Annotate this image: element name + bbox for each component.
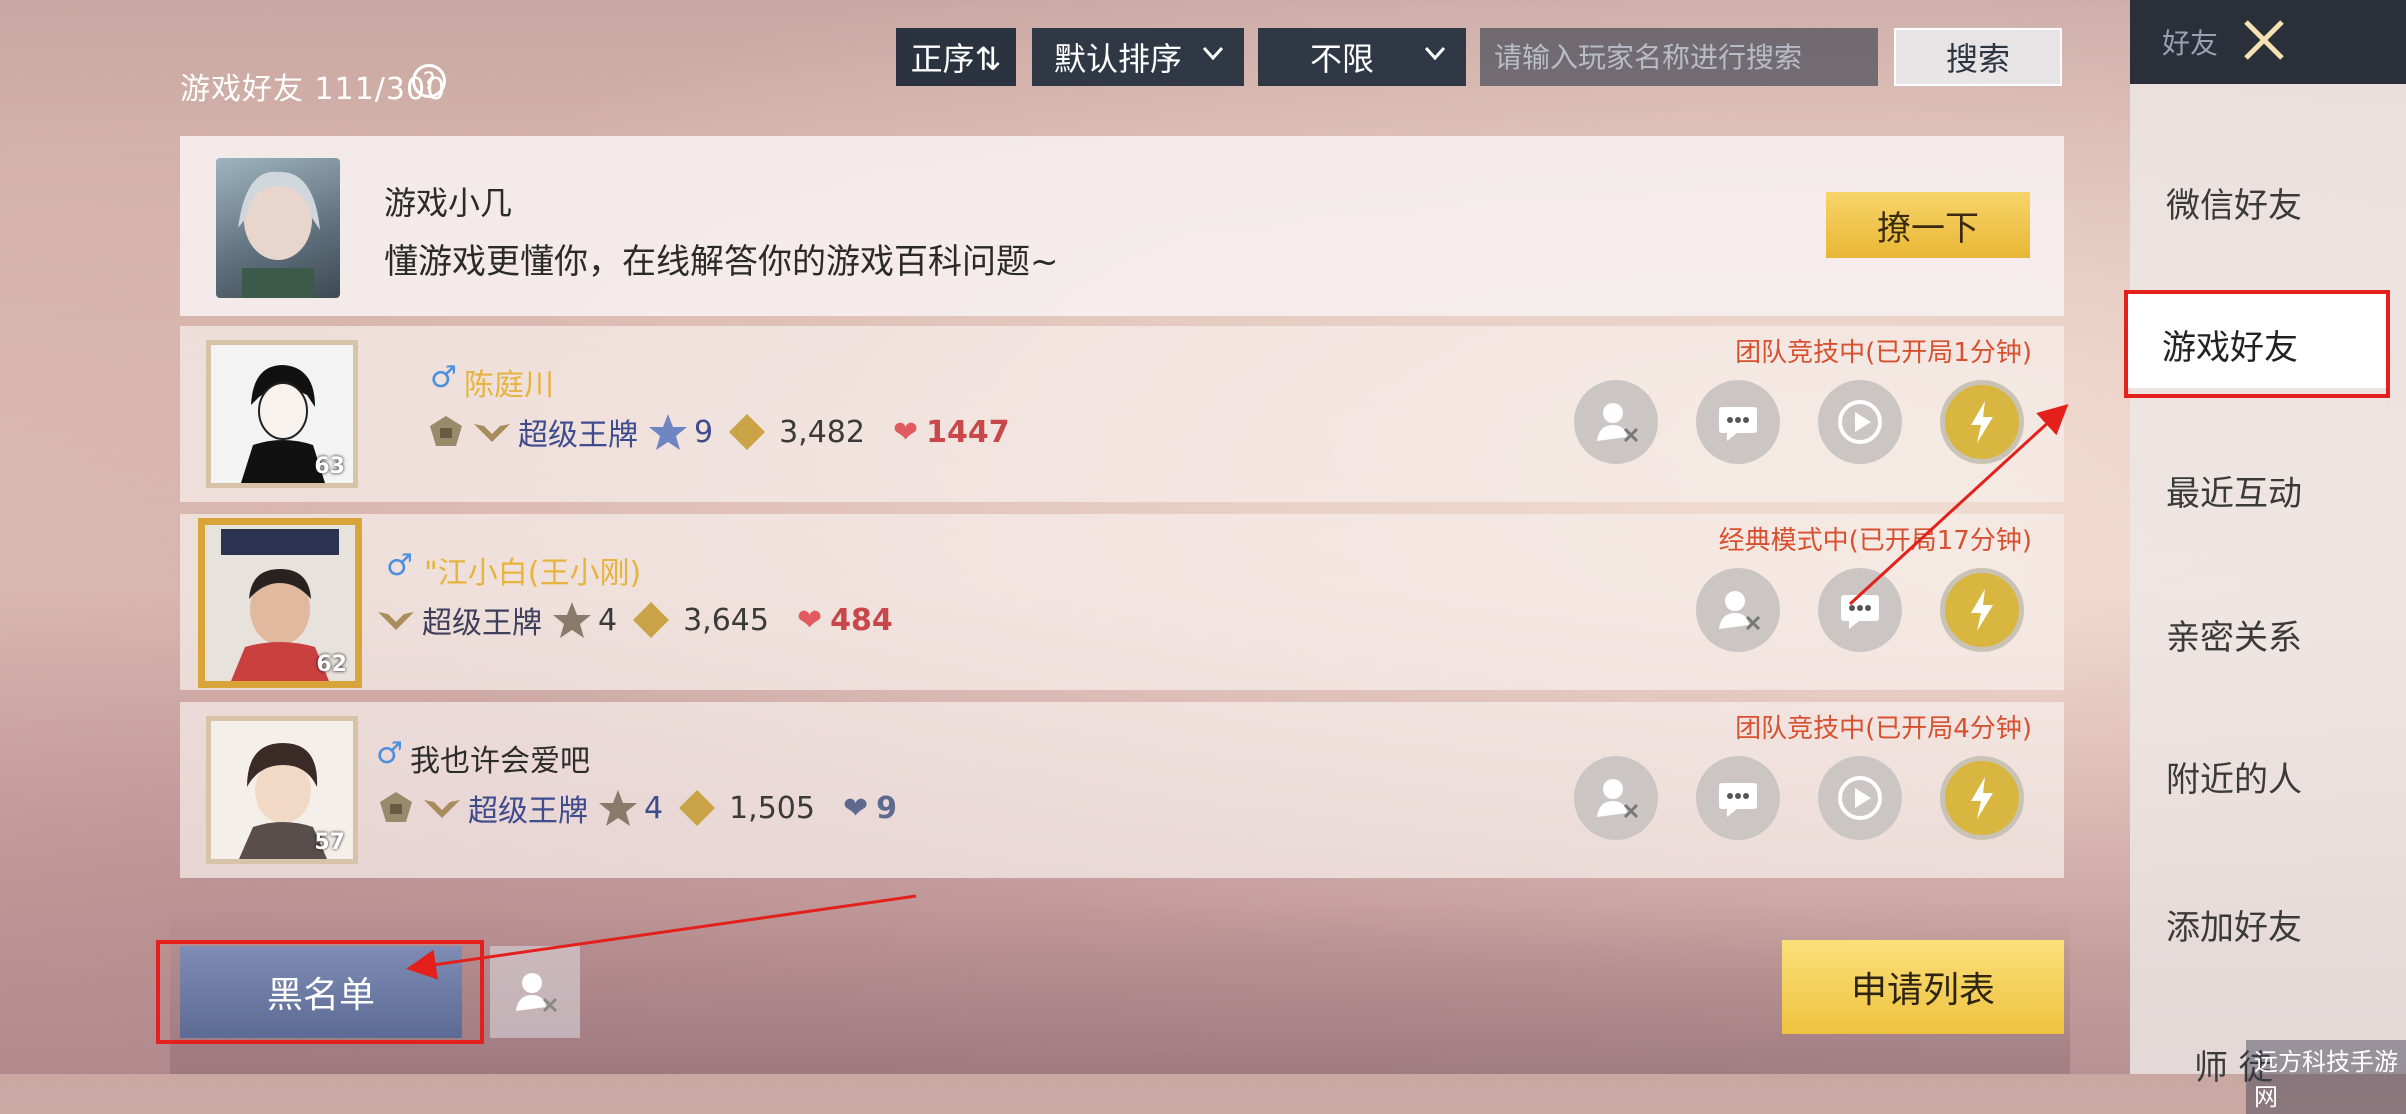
annotation-arrow-sidebar bbox=[1848, 403, 2069, 606]
annotation-arrow-blacklist bbox=[406, 894, 917, 980]
annotation-arrows bbox=[406, 403, 2069, 980]
watermark: 远方科技手游网 bbox=[2246, 1040, 2406, 1114]
